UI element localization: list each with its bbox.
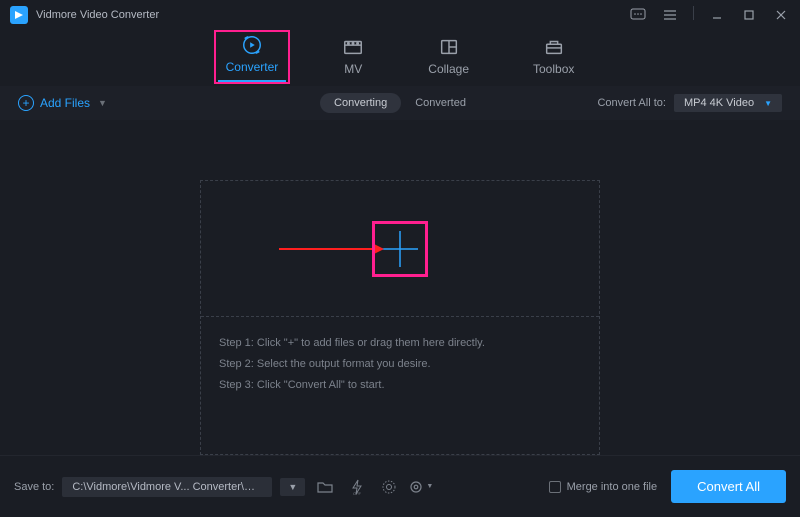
path-dropdown-button[interactable]: ▼ xyxy=(280,478,305,496)
format-value: MP4 4K Video xyxy=(684,97,754,109)
subtab-converted[interactable]: Converted xyxy=(401,93,480,113)
app-title: Vidmore Video Converter xyxy=(36,9,159,21)
convert-all-to-label: Convert All to: xyxy=(597,97,665,109)
convert-all-button[interactable]: Convert All xyxy=(671,470,786,503)
tab-mv[interactable]: MV xyxy=(334,34,372,82)
step-text: Step 2: Select the output format you des… xyxy=(219,354,581,375)
chevron-down-icon: ▼ xyxy=(764,99,772,108)
close-icon[interactable] xyxy=(772,6,790,24)
main-area: Step 1: Click "+" to add files or drag t… xyxy=(0,120,800,455)
step-text: Step 1: Click "+" to add files or drag t… xyxy=(219,333,581,354)
title-bar: Vidmore Video Converter xyxy=(0,0,800,30)
step-text: Step 3: Click "Convert All" to start. xyxy=(219,375,581,396)
status-tabs: Converting Converted xyxy=(320,93,480,113)
add-files-label: Add Files xyxy=(40,96,90,110)
subtab-converting[interactable]: Converting xyxy=(320,93,401,113)
feedback-icon[interactable] xyxy=(629,6,647,24)
drop-zone[interactable]: Step 1: Click "+" to add files or drag t… xyxy=(200,180,600,455)
output-path-field[interactable]: C:\Vidmore\Vidmore V... Converter\Conver… xyxy=(62,477,272,497)
tab-label: Toolbox xyxy=(533,62,574,76)
merge-checkbox[interactable]: Merge into one file xyxy=(549,481,658,493)
tab-label: MV xyxy=(344,62,362,76)
checkbox-icon xyxy=(549,481,561,493)
save-to-label: Save to: xyxy=(14,481,54,493)
add-files-button[interactable]: + Add Files ▼ xyxy=(18,95,107,111)
output-format-select[interactable]: MP4 4K Video ▼ xyxy=(674,94,782,112)
tab-label: Converter xyxy=(226,60,279,74)
hardware-accel-icon[interactable]: OFF xyxy=(345,475,369,499)
tab-converter[interactable]: Converter xyxy=(218,32,287,82)
bottom-bar: Save to: C:\Vidmore\Vidmore V... Convert… xyxy=(0,455,800,517)
main-tabs: Converter MV Collage Toolbox xyxy=(0,30,800,86)
instructions: Step 1: Click "+" to add files or drag t… xyxy=(201,317,599,416)
toolbar: + Add Files ▼ Converting Converted Conve… xyxy=(0,86,800,120)
menu-icon[interactable] xyxy=(661,6,679,24)
settings-icon[interactable]: ▼ xyxy=(409,475,433,499)
maximize-icon[interactable] xyxy=(740,6,758,24)
merge-label: Merge into one file xyxy=(567,481,658,493)
svg-text:OFF: OFF xyxy=(353,491,362,495)
high-speed-icon[interactable] xyxy=(377,475,401,499)
drop-zone-top xyxy=(201,181,599,316)
annotation-arrow xyxy=(279,242,384,256)
tab-toolbox[interactable]: Toolbox xyxy=(525,34,582,82)
minimize-icon[interactable] xyxy=(708,6,726,24)
plus-circle-icon: + xyxy=(18,95,34,111)
open-folder-icon[interactable] xyxy=(313,475,337,499)
divider xyxy=(693,6,694,20)
app-logo xyxy=(10,6,28,24)
tab-collage[interactable]: Collage xyxy=(420,34,477,82)
chevron-down-icon[interactable]: ▼ xyxy=(98,98,107,108)
tab-label: Collage xyxy=(428,62,469,76)
